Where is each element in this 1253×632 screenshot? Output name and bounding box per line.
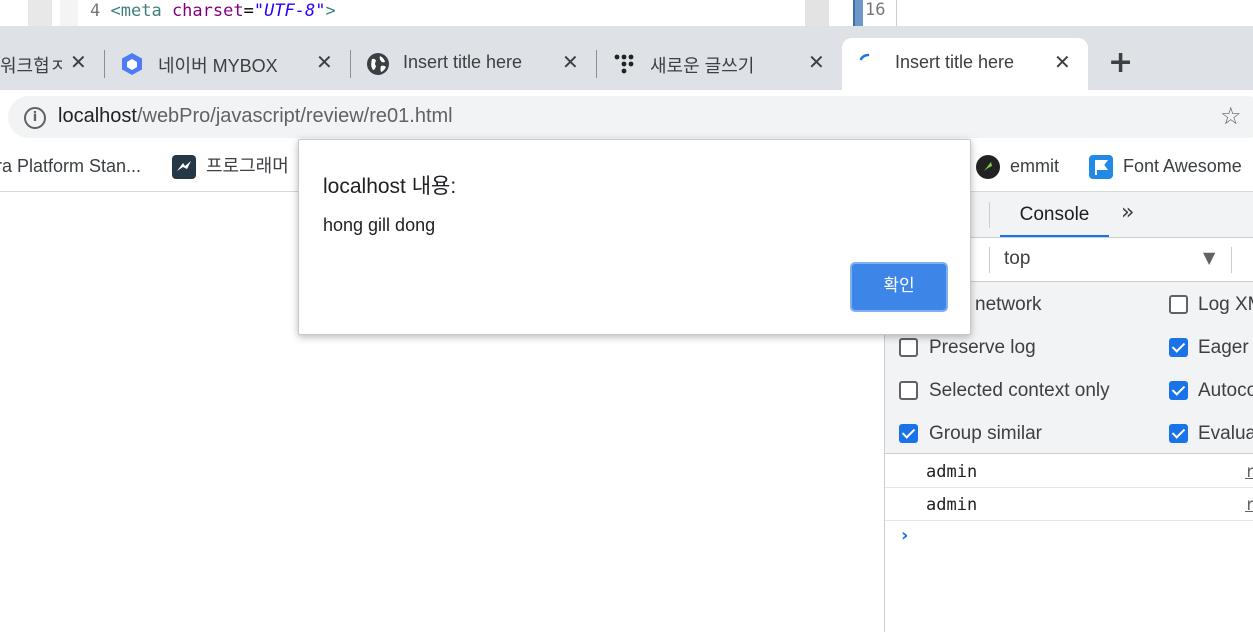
url-host: localhost (58, 105, 137, 127)
tab-insert-title-active[interactable]: Insert title here ✕ (842, 38, 1088, 90)
option-autocomplete[interactable]: Autoco (1198, 380, 1253, 402)
option-eager-eval[interactable]: Eager e (1198, 337, 1253, 359)
console-message: admin r (885, 488, 1253, 521)
tab-title: 워크협ㅈ (0, 56, 62, 76)
globe-icon (367, 53, 389, 75)
url-text[interactable]: localhost/webPro/javascript/review/re01.… (58, 105, 453, 128)
bookmark-label: Font Awesome (1123, 156, 1242, 176)
editor-split-divider (805, 0, 829, 26)
tab-title: 네이버 MYBOX (158, 56, 278, 76)
bookmark-font-awesome[interactable]: Font Awesome (1089, 154, 1242, 180)
editor-tag-open: <meta (110, 1, 162, 21)
tab-title: Insert title here (895, 52, 1015, 72)
console-message-text: admin (926, 462, 978, 482)
console-prompt[interactable]: › (901, 525, 908, 546)
bird-icon (172, 155, 196, 180)
tab-insert-title-1[interactable]: Insert title here ✕ (356, 38, 594, 90)
bookmark-programmers[interactable]: 프로그래머 (172, 154, 289, 180)
chevron-down-icon[interactable]: ▼ (1203, 248, 1215, 267)
editor-tag-close: > (325, 1, 336, 21)
tab-console[interactable]: Console (1000, 192, 1109, 237)
tab-new-post[interactable]: 새로운 글쓰기 ✕ (602, 38, 840, 90)
console-message-text: admin (926, 495, 978, 515)
console-source-link[interactable]: r (1245, 495, 1253, 515)
bookmark-star-icon[interactable]: ☆ (1220, 102, 1242, 130)
close-icon[interactable]: ✕ (316, 52, 333, 74)
console-source-link[interactable]: r (1245, 462, 1253, 482)
checkbox-group-similar[interactable] (899, 424, 918, 443)
checkbox-selected-context[interactable] (899, 381, 918, 400)
editor-attr: charset (171, 1, 244, 21)
editor-code-line: 4 <meta charset="UTF-8"> (90, 0, 336, 22)
editor-value: "UTF-8" (253, 1, 326, 21)
editor2-separator (896, 0, 897, 26)
tab-separator (596, 50, 597, 78)
url-path: /webPro/javascript/review/re01.html (136, 105, 453, 127)
more-tabs-icon[interactable]: » (1121, 200, 1134, 225)
flag-icon (1089, 155, 1113, 180)
option-selected-context[interactable]: Selected context only (929, 380, 1110, 402)
editor-line-number: 4 (90, 1, 101, 21)
editor2-line-number: 16 (865, 0, 886, 20)
background-editor: 4 <meta charset="UTF-8"> 16 (0, 0, 1253, 26)
checkbox-log-xhr[interactable] (1169, 295, 1188, 314)
alert-title: localhost 내용: (323, 175, 457, 198)
checkbox-preserve-log[interactable] (899, 338, 918, 357)
ok-button[interactable]: 확인 (850, 262, 948, 312)
loading-spinner-icon (859, 53, 870, 61)
tab-separator (350, 50, 351, 78)
checkbox-eager-eval[interactable] (1169, 338, 1188, 357)
bookmark-label: emmit (1010, 156, 1059, 176)
checkbox-evaluate[interactable] (1169, 424, 1188, 443)
tab-title: Insert title here (403, 52, 523, 72)
tab-separator (104, 50, 105, 78)
checkbox-autocomplete[interactable] (1169, 381, 1188, 400)
close-icon[interactable]: ✕ (70, 52, 87, 74)
editor-equals: = (243, 1, 254, 21)
editor-scroll-gutter (28, 0, 52, 26)
close-icon[interactable]: ✕ (808, 52, 825, 74)
editor-margin (60, 0, 78, 26)
new-tab-button[interactable]: + (1108, 48, 1133, 78)
console-message: admin r (885, 455, 1253, 488)
bookmark-emmit[interactable]: emmit (976, 154, 1059, 180)
option-hide-network[interactable]: network (975, 294, 1042, 316)
alert-dialog: localhost 내용: hong gill dong 확인 (298, 139, 971, 335)
tab-strip: 워크협ㅈ ✕ 네이버 MYBOX ✕ Insert title here ✕ 새… (0, 26, 1253, 90)
option-group-similar[interactable]: Group similar (929, 423, 1042, 445)
bookmark-label: 프로그래머 (206, 156, 289, 176)
mybox-cube-icon (122, 53, 142, 75)
browser-toolbar: i localhost/webPro/javascript/review/re0… (0, 90, 1253, 144)
editor-overview-marker (853, 0, 863, 26)
close-icon[interactable]: ✕ (562, 52, 579, 74)
bookmark-java-platform[interactable]: ra Platform Stan... (0, 154, 141, 180)
bookmark-label: ra Platform Stan... (0, 156, 142, 176)
option-evaluate[interactable]: Evalua (1198, 423, 1253, 445)
context-separator (989, 247, 990, 273)
site-info-icon[interactable]: i (24, 107, 46, 129)
emmet-icon (976, 155, 1000, 180)
devtools-tab-separator (989, 202, 990, 228)
option-log-xhr[interactable]: Log XM (1198, 294, 1253, 316)
close-icon[interactable]: ✕ (1054, 52, 1071, 74)
option-preserve-log[interactable]: Preserve log (929, 337, 1036, 359)
context-selector[interactable]: top (1004, 248, 1030, 270)
tistory-dots-icon (614, 54, 634, 74)
tab-mybox[interactable]: 네이버 MYBOX ✕ (110, 38, 348, 90)
tab-title: 새로운 글쓰기 (650, 56, 755, 76)
alert-message: hong gill dong (323, 215, 436, 235)
tab-worksite[interactable]: 워크협ㅈ ✕ (0, 38, 100, 90)
context-separator (1231, 247, 1232, 273)
